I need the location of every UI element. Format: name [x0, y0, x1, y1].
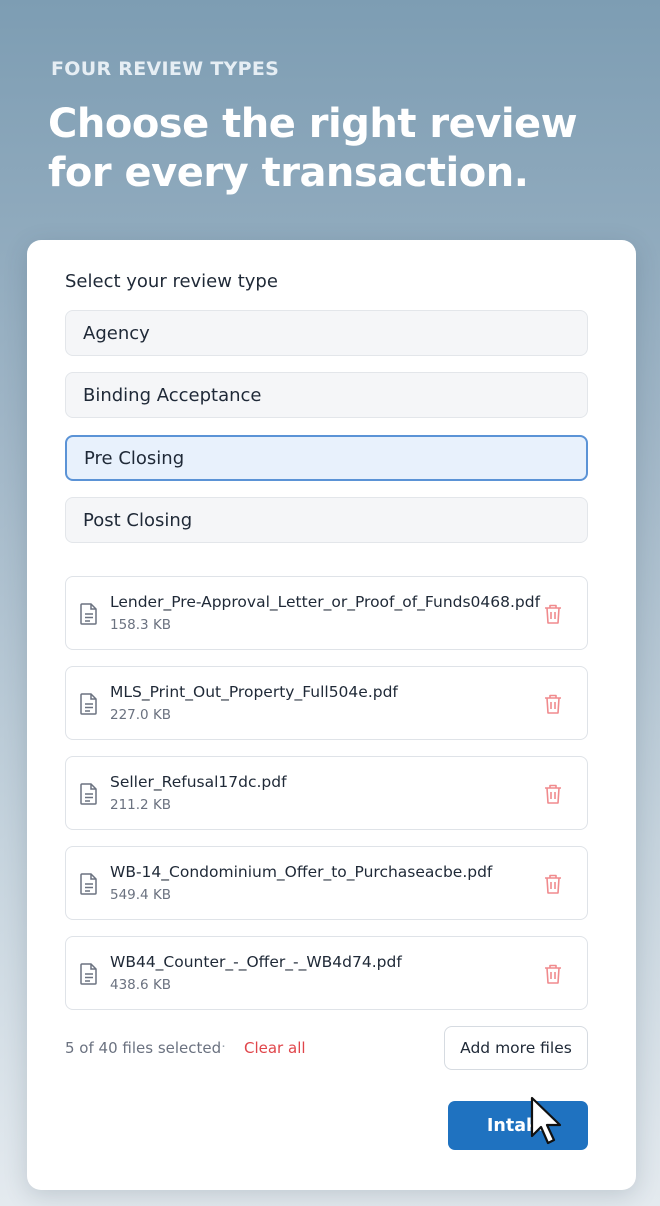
add-more-files-button[interactable]: Add more files — [444, 1026, 588, 1070]
option-label: Binding Acceptance — [83, 384, 262, 406]
file-row: Lender_Pre-Approval_Letter_or_Proof_of_F… — [65, 576, 588, 650]
file-row: MLS_Print_Out_Property_Full504e.pdf 227.… — [65, 666, 588, 740]
trash-icon[interactable] — [543, 783, 563, 805]
trash-icon[interactable] — [543, 603, 563, 625]
review-card: Select your review type Agency Binding A… — [27, 240, 636, 1190]
separator-dot: · — [221, 1037, 226, 1054]
document-icon — [80, 603, 97, 625]
review-option-binding-acceptance[interactable]: Binding Acceptance — [65, 372, 588, 418]
page-headline: Choose the right review for every transa… — [48, 101, 578, 196]
file-size: 549.4 KB — [110, 887, 172, 903]
file-row: WB44_Counter_-_Offer_-_WB4d74.pdf 438.6 … — [65, 936, 588, 1010]
file-size: 438.6 KB — [110, 977, 172, 993]
file-size: 211.2 KB — [110, 797, 172, 813]
file-size: 227.0 KB — [110, 707, 172, 723]
review-option-agency[interactable]: Agency — [65, 310, 588, 356]
document-icon — [80, 693, 97, 715]
file-name: WB44_Counter_-_Offer_-_WB4d74.pdf — [110, 953, 402, 971]
intake-button[interactable]: Intake — [448, 1101, 588, 1150]
files-selected-count: 5 of 40 files selected — [65, 1039, 222, 1057]
file-row: Seller_Refusal17dc.pdf 211.2 KB — [65, 756, 588, 830]
review-type-label: Select your review type — [65, 271, 278, 292]
file-name: Lender_Pre-Approval_Letter_or_Proof_of_F… — [110, 593, 541, 611]
trash-icon[interactable] — [543, 873, 563, 895]
review-option-pre-closing[interactable]: Pre Closing — [65, 435, 588, 481]
mouse-cursor-icon — [530, 1096, 562, 1145]
file-row: WB-14_Condominium_Offer_to_Purchaseacbe.… — [65, 846, 588, 920]
file-name: WB-14_Condominium_Offer_to_Purchaseacbe.… — [110, 863, 493, 881]
document-icon — [80, 963, 97, 985]
option-label: Agency — [83, 322, 150, 344]
eyebrow-label: FOUR REVIEW TYPES — [51, 58, 280, 80]
file-name: MLS_Print_Out_Property_Full504e.pdf — [110, 683, 398, 701]
document-icon — [80, 873, 97, 895]
file-name: Seller_Refusal17dc.pdf — [110, 773, 287, 791]
review-option-post-closing[interactable]: Post Closing — [65, 497, 588, 543]
file-size: 158.3 KB — [110, 617, 172, 633]
trash-icon[interactable] — [543, 693, 563, 715]
clear-all-link[interactable]: Clear all — [244, 1039, 306, 1057]
trash-icon[interactable] — [543, 963, 563, 985]
option-label: Pre Closing — [84, 447, 185, 469]
document-icon — [80, 783, 97, 805]
option-label: Post Closing — [83, 509, 193, 531]
